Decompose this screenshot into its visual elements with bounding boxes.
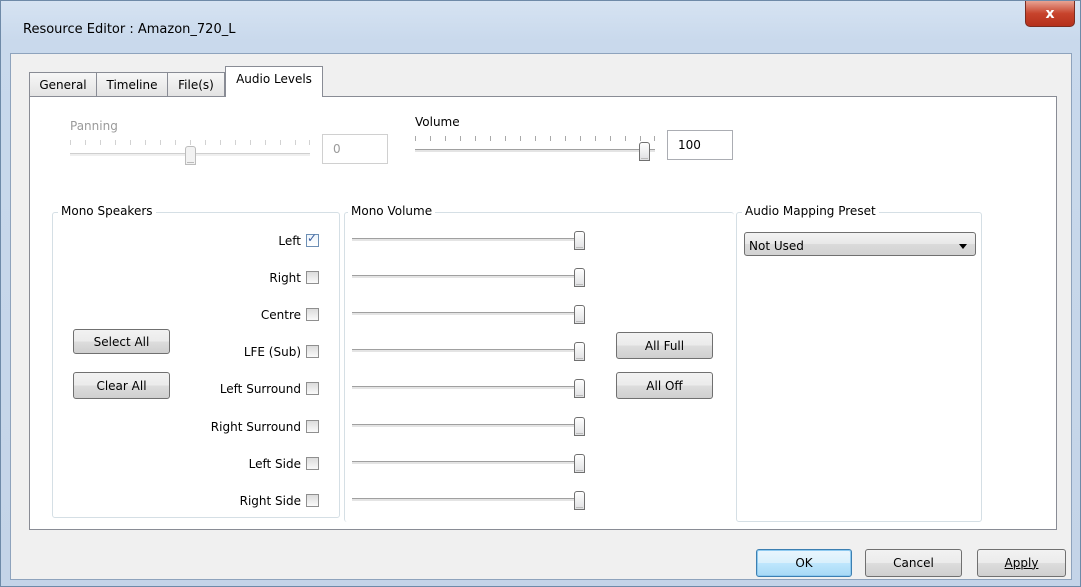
all-full-label: All Full	[644, 338, 685, 353]
mono-volume-slider-thumb[interactable]	[574, 379, 585, 398]
speaker-label-right-surround: Right Surround	[210, 420, 301, 434]
checkbox-left-surround[interactable]	[306, 382, 319, 395]
mono-volume-slider-track[interactable]	[352, 238, 580, 242]
volume-slider-thumb[interactable]	[639, 142, 650, 161]
checkbox-right[interactable]	[306, 271, 319, 284]
panning-value: 0	[333, 142, 341, 156]
tab-timeline[interactable]: Timeline	[96, 72, 168, 96]
mono-volume-slider-thumb[interactable]	[574, 231, 585, 250]
mono-speakers-title: Mono Speakers	[58, 204, 156, 218]
mono-volume-slider-track[interactable]	[352, 424, 580, 428]
mono-volume-slider-track[interactable]	[352, 312, 580, 316]
speaker-label-right: Right	[269, 271, 301, 285]
tab-general-label: General	[39, 77, 87, 92]
volume-value-field[interactable]: 100	[667, 130, 733, 160]
mono-volume-slider-thumb[interactable]	[574, 305, 585, 324]
mono-volume-slider-thumb[interactable]	[574, 454, 585, 473]
cancel-label: Cancel	[893, 556, 934, 570]
mono-volume-slider-track[interactable]	[352, 349, 580, 353]
speaker-label-left-side: Left Side	[248, 457, 301, 471]
speaker-label-right-side: Right Side	[239, 494, 301, 508]
tab-general[interactable]: General	[29, 72, 97, 96]
audio-mapping-selected: Not Used	[749, 239, 804, 253]
mono-volume-slider-track[interactable]	[352, 275, 580, 279]
audio-levels-panel: Panning 0 Volume 100 Mono Speakers Selec…	[29, 96, 1057, 530]
audio-mapping-dropdown[interactable]: Not Used	[744, 232, 976, 256]
window-title: Resource Editor : Amazon_720_L	[23, 22, 236, 37]
checkbox-right-side[interactable]	[306, 494, 319, 507]
volume-ticks	[415, 136, 655, 142]
mono-volume-slider-thumb[interactable]	[574, 491, 585, 510]
ok-button[interactable]: OK	[756, 549, 852, 577]
checkbox-centre[interactable]	[306, 308, 319, 321]
tab-audio-levels[interactable]: Audio Levels	[225, 66, 323, 97]
mono-speakers-group	[52, 212, 340, 518]
resource-editor-window: Resource Editor : Amazon_720_L x General…	[0, 0, 1081, 587]
close-button[interactable]: x	[1025, 1, 1075, 27]
tab-files[interactable]: File(s)	[167, 72, 225, 96]
checkbox-right-surround[interactable]	[306, 420, 319, 433]
mono-volume-title: Mono Volume	[348, 204, 436, 218]
ok-label: OK	[795, 556, 813, 570]
dialog-client-area: General Timeline File(s) Audio Levels Pa…	[10, 53, 1072, 580]
chevron-down-icon	[959, 244, 967, 249]
all-full-button[interactable]: All Full	[616, 332, 713, 359]
all-off-button[interactable]: All Off	[616, 372, 713, 399]
mono-volume-slider-thumb[interactable]	[574, 417, 585, 436]
checkbox-left[interactable]: ✓	[306, 231, 319, 247]
title-bar[interactable]: Resource Editor : Amazon_720_L x	[1, 1, 1080, 53]
checkbox-left-side[interactable]	[306, 457, 319, 470]
clear-all-label: Clear All	[96, 378, 147, 393]
all-off-label: All Off	[646, 378, 683, 393]
panning-value-field: 0	[322, 134, 388, 164]
speaker-label-left-surround: Left Surround	[219, 382, 301, 396]
panning-slider-thumb	[185, 146, 196, 165]
mono-volume-slider-thumb[interactable]	[574, 268, 585, 287]
speaker-label-left: Left	[278, 234, 301, 248]
mono-volume-slider-thumb[interactable]	[574, 342, 585, 361]
apply-button[interactable]: Apply	[977, 549, 1066, 577]
close-icon: x	[1045, 5, 1055, 22]
apply-label: Apply	[1004, 556, 1039, 570]
speaker-label-lfe: LFE (Sub)	[243, 345, 301, 359]
panning-label: Panning	[70, 119, 118, 133]
tab-files-label: File(s)	[178, 77, 214, 92]
volume-label: Volume	[415, 115, 460, 129]
volume-slider-track[interactable]	[415, 149, 655, 153]
speaker-label-centre: Centre	[260, 308, 301, 322]
audio-mapping-group	[736, 212, 982, 522]
checkmark-icon: ✓	[307, 231, 318, 245]
mono-volume-group	[344, 212, 734, 522]
audio-mapping-title: Audio Mapping Preset	[742, 204, 879, 218]
volume-value: 100	[678, 138, 701, 152]
tab-audio-levels-label: Audio Levels	[236, 72, 312, 86]
cancel-button[interactable]: Cancel	[865, 549, 962, 577]
checkbox-lfe[interactable]	[306, 345, 319, 358]
mono-volume-slider-track[interactable]	[352, 461, 580, 465]
mono-volume-slider-track[interactable]	[352, 386, 580, 390]
tab-timeline-label: Timeline	[106, 77, 158, 92]
mono-volume-slider-track[interactable]	[352, 498, 580, 502]
